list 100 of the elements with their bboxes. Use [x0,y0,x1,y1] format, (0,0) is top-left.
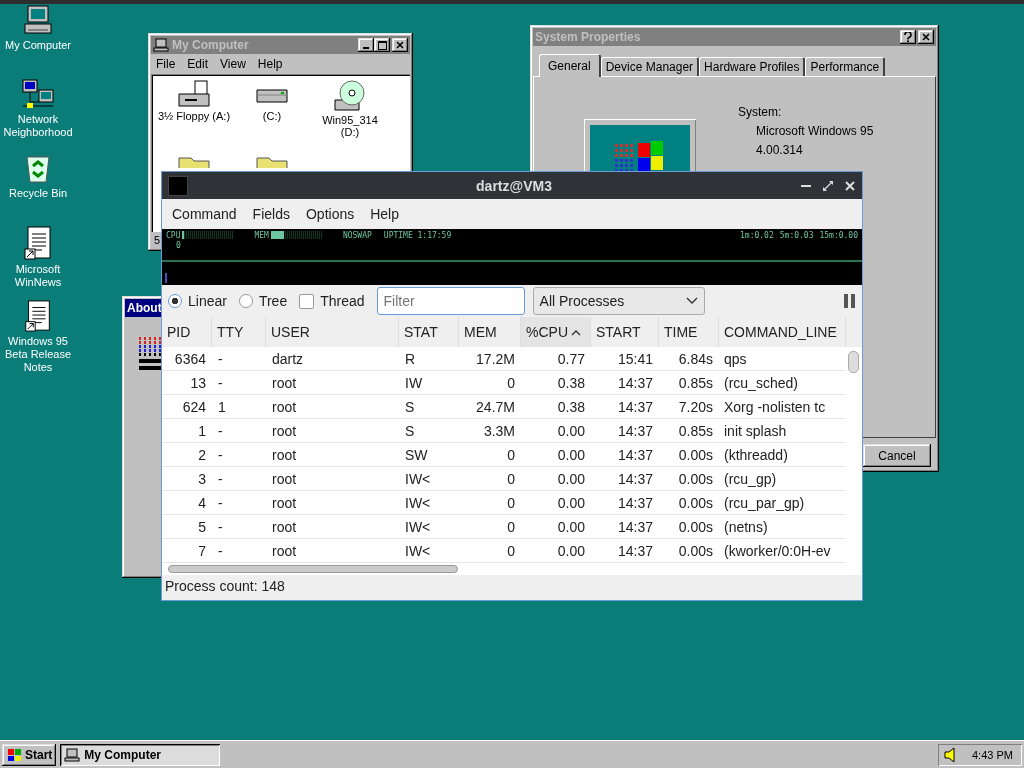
drive-label[interactable]: (C:) [235,110,309,122]
radio-button[interactable] [168,294,182,308]
table-cell-text: 6.84s [677,349,714,369]
table-cell-text: 0.00s [677,541,714,561]
table-cell-text: SW [404,445,429,465]
table-cell-text: 14:37 [616,541,654,561]
system-info-text: 4.00.314 [755,143,804,157]
menu-item[interactable]: Command [164,204,245,224]
table-cell-text: 0.00s [677,493,714,513]
table-cell-text: 14:37 [616,397,654,417]
tab[interactable]: Device Manager [600,57,700,76]
column-header[interactable]: %CPU [521,317,591,347]
view-mode-option[interactable]: Tree [238,293,288,309]
desktop-icon-label[interactable]: Network Neighborhood [1,113,75,139]
table-cell-text: 7 [197,541,207,561]
table-cell-text: 0.38 [556,373,586,393]
table-cell-text: IW< [404,493,432,513]
scrollbar-thumb[interactable] [168,565,458,573]
table-cell-text: R [404,349,417,369]
table-cell-text: 6364 [173,349,207,369]
desktop-icon-label[interactable]: Recycle Bin [1,187,75,200]
status-text: 5 [153,233,162,248]
app-icon [168,175,188,196]
table-cell-text: 24.7M [475,397,516,417]
radio-button[interactable] [238,294,253,308]
table-cell-text: 0.00 [556,493,586,513]
table-cell-text: 0.00s [677,517,714,537]
menu-item[interactable]: Help [252,56,288,72]
process-filter-dropdown[interactable]: All Processes [532,287,705,315]
close-icon[interactable] [844,179,856,192]
table-cell-text: 0.00 [556,445,586,465]
document-shortcut-icon[interactable] [24,226,52,260]
table-cell-text: 0.85s [677,421,714,441]
help-button[interactable] [900,30,916,44]
tab[interactable]: General [539,54,601,77]
close-button[interactable] [392,38,408,52]
view-mode-option[interactable]: Thread [299,293,365,309]
system-info-text: Microsoft Windows 95 [755,124,874,138]
table-cell-text: dartz [271,349,305,369]
table-cell-text: 15:41 [616,349,654,369]
table-cell-text: 0.77 [556,349,586,369]
table-cell-text: S [404,421,416,441]
speaker-icon[interactable] [944,746,958,763]
cancel-button[interactable]: Cancel [863,444,931,467]
start-button[interactable]: Start [2,743,57,766]
menu-item[interactable]: Fields [244,204,298,224]
sort-caret-icon [571,328,581,336]
table-cell-text: 0.00 [556,517,586,537]
menu-item[interactable]: Options [297,204,363,224]
table-cell-text: - [217,493,224,513]
drive-label[interactable]: 3½ Floppy (A:) [157,110,231,122]
table-cell-text: root [271,445,298,465]
table-cell-text: 0 [506,493,516,513]
table-cell-text: 5 [197,517,207,537]
desktop-icon-label[interactable]: My Computer [1,39,75,52]
table-cell-text: IW< [404,541,432,561]
minimize-button[interactable] [358,38,374,52]
menu-item[interactable]: View [215,56,251,72]
table-cell-text: 0 [506,445,516,465]
maximize-icon[interactable] [822,179,834,192]
table-cell-text: (kworker/0:0H-ev [723,541,832,561]
floppy-drive-icon[interactable] [177,80,211,108]
taskbar-button[interactable]: My Computer [60,743,221,766]
table-cell-text: root [271,373,298,393]
view-mode-option[interactable]: Linear [168,293,227,309]
table-cell-text: 7.20s [677,397,714,417]
network-icon[interactable] [21,78,55,110]
cpu-meter [182,231,235,239]
filter-field[interactable]: Filter [376,287,525,315]
tab[interactable]: Hardware Profiles [699,57,806,76]
close-button[interactable] [918,30,934,44]
table-cell-text: root [271,397,298,417]
table-cell-text: - [217,541,224,561]
load-average-text: 15m:0.00 [819,230,858,240]
table-cell-text: 0.00 [556,469,586,489]
checkbox[interactable] [299,293,315,309]
pause-icon[interactable] [844,294,856,308]
table-cell-text: 1 [217,397,227,417]
menu-item[interactable]: Help [362,204,407,224]
table-cell-text: 14:37 [616,373,654,393]
tab[interactable]: Performance [805,57,886,76]
table-cell-text: 0.38 [556,397,586,417]
status-text: Process count: 148 [165,577,285,594]
document-shortcut-icon[interactable] [24,300,52,332]
menu-item[interactable]: File [151,56,181,72]
table-cell-text: 3.3M [482,421,516,441]
maximize-button[interactable] [374,38,390,52]
desktop-icon-label[interactable]: Microsoft WinNews [1,263,75,289]
maximize-icon [377,40,387,50]
uptime-text: UPTIME 1:17:59 [383,230,452,240]
table-cell-text: Xorg -nolisten tc [723,397,827,417]
menu-item[interactable]: Edit [182,56,214,72]
desktop-icon-label[interactable]: Windows 95 Beta Release Notes [1,335,75,374]
table-cell-text: root [271,541,298,561]
scrollbar-thumb[interactable] [848,351,859,373]
cd-drive-icon[interactable] [333,80,367,112]
computer-icon[interactable] [22,4,54,36]
table-cell-text: 0.00s [677,445,714,465]
drive-label[interactable]: Win95_314 (D:) [313,114,387,138]
load-average-text: 5m:0.03 [779,230,814,240]
